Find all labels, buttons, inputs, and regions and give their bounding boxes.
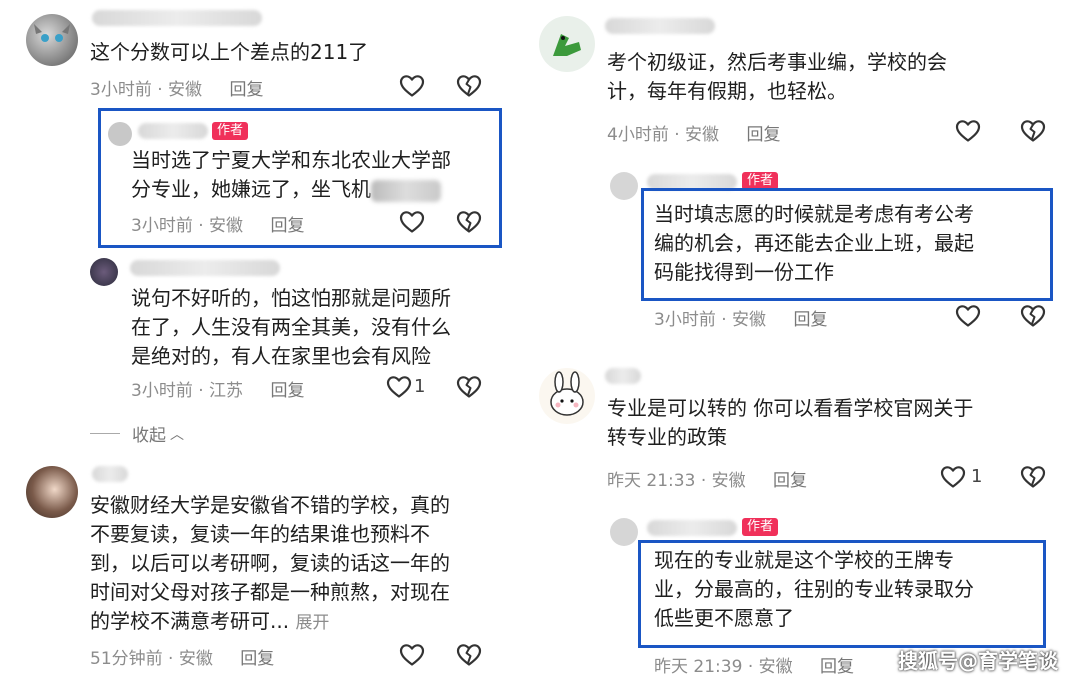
comment-meta: 昨天 21:33 · 安徽 回复 <box>607 471 808 491</box>
chevron-up-icon: ︿ <box>170 426 184 443</box>
comment-location: 安徽 <box>685 125 720 145</box>
comment-meta: 4小时前 · 安徽 回复 <box>607 125 781 145</box>
reply-text: 现在的专业就是这个学校的王牌专 业，分最高的，往别的专业转录取分 低些更不愿意了 <box>654 548 974 630</box>
like-heart-icon[interactable] <box>955 119 981 143</box>
reply-text: 当时填志愿的时候就是考虑有考公考 编的机会，再还能去企业上班，最起 码能找得到一… <box>654 202 974 284</box>
right-comment-column: 考个初级证，然后考事业编，学校的会 计，每年有假期，也轻松。 4小时前 · 安徽… <box>525 0 1080 686</box>
username-blurred[interactable] <box>605 18 715 34</box>
comment-time: 3小时前 <box>131 381 193 401</box>
reply-button[interactable]: 回复 <box>820 657 854 677</box>
reply-button[interactable]: 回复 <box>746 125 780 145</box>
comment-meta: 3小时前 · 安徽 回复 <box>654 310 828 330</box>
like-heart-icon[interactable] <box>940 465 966 489</box>
avatar[interactable] <box>539 16 595 72</box>
dislike-broken-heart-icon[interactable] <box>1020 465 1046 489</box>
reply-button[interactable]: 回复 <box>270 381 304 401</box>
username-blurred[interactable] <box>605 368 641 384</box>
dislike-broken-heart-icon[interactable] <box>1020 304 1046 328</box>
cat-avatar-icon <box>34 24 70 42</box>
avatar[interactable] <box>108 122 132 146</box>
comment-time: 昨天 21:39 <box>654 657 743 677</box>
reply-button[interactable]: 回复 <box>793 310 827 330</box>
avatar[interactable] <box>26 466 78 518</box>
comment-time: 4小时前 <box>607 125 669 145</box>
author-badge: 作者 <box>742 518 779 536</box>
comment-time: 3小时前 <box>131 216 193 236</box>
author-badge: 作者 <box>212 122 249 140</box>
username-blurred[interactable] <box>92 466 128 482</box>
left-comment-column: 这个分数可以上个差点的211了 3小时前 · 安徽 回复 作者 当时选了宁夏大学… <box>0 0 515 686</box>
avatar[interactable] <box>26 14 78 66</box>
reply-button[interactable]: 回复 <box>773 471 807 491</box>
avatar[interactable] <box>610 172 638 200</box>
reply-button[interactable]: 回复 <box>270 216 304 236</box>
dislike-broken-heart-icon[interactable] <box>456 74 482 98</box>
username-blurred[interactable] <box>92 10 262 26</box>
username-blurred[interactable] <box>130 260 280 276</box>
comment-text: 专业是可以转的 你可以看看学校官网关于 转专业的政策 <box>607 396 974 449</box>
divider <box>90 433 120 434</box>
like-heart-icon[interactable] <box>399 643 425 667</box>
comment-location: 安徽 <box>168 80 203 100</box>
crocodile-avatar-icon <box>553 34 581 56</box>
comment-meta: 3小时前 · 安徽 回复 <box>90 80 264 100</box>
comment-time: 3小时前 <box>90 80 152 100</box>
username-blurred[interactable] <box>647 520 737 536</box>
bunny-avatar-icon <box>550 371 584 416</box>
comment-location: 安徽 <box>178 649 213 669</box>
dislike-broken-heart-icon[interactable] <box>456 375 482 399</box>
like-heart-icon[interactable] <box>399 210 425 234</box>
comment-meta: 51分钟前 · 安徽 回复 <box>90 649 275 669</box>
column-divider <box>518 0 524 686</box>
like-heart-icon[interactable] <box>386 375 412 399</box>
comment-location: 安徽 <box>209 216 244 236</box>
comment-meta: 3小时前 · 江苏 回复 <box>131 381 305 401</box>
comment-meta: 3小时前 · 安徽 回复 <box>131 216 305 236</box>
comment-text: 安徽财经大学是安徽省不错的学校，真的 不要复读，复读一年的结果谁也预料不 到，以… <box>90 493 450 633</box>
expand-link[interactable]: 展开 <box>295 613 329 633</box>
watermark: 搜狐号@育学笔谈 <box>898 649 1058 673</box>
like-count: 1 <box>971 466 983 487</box>
avatar[interactable] <box>610 518 638 546</box>
blurred-text <box>371 179 441 202</box>
comment-time: 昨天 21:33 <box>607 471 696 491</box>
dislike-broken-heart-icon[interactable] <box>456 210 482 234</box>
username-blurred[interactable] <box>138 123 208 139</box>
like-heart-icon[interactable] <box>399 74 425 98</box>
comment-meta: 昨天 21:39 · 安徽 回复 <box>654 657 855 677</box>
comment-location: 安徽 <box>711 471 746 491</box>
avatar[interactable] <box>90 258 118 286</box>
reply-button[interactable]: 回复 <box>240 649 274 669</box>
like-heart-icon[interactable] <box>955 304 981 328</box>
comment-time: 3小时前 <box>654 310 716 330</box>
comment-time: 51分钟前 <box>90 649 163 669</box>
reply-button[interactable]: 回复 <box>229 80 263 100</box>
comment-location: 安徽 <box>758 657 793 677</box>
comment-location: 江苏 <box>209 381 244 401</box>
comment-text: 这个分数可以上个差点的211了 <box>90 40 369 64</box>
comment-text: 考个初级证，然后考事业编，学校的会 计，每年有假期，也轻松。 <box>607 50 947 103</box>
comment-location: 安徽 <box>732 310 767 330</box>
like-count: 1 <box>414 376 426 397</box>
avatar[interactable] <box>539 368 595 424</box>
collapse-replies-button[interactable]: 收起 ︿ <box>90 421 184 446</box>
reply-text: 当时选了宁夏大学和东北农业大学部 分专业，她嫌远了，坐飞机 <box>131 148 451 202</box>
dislike-broken-heart-icon[interactable] <box>1020 119 1046 143</box>
reply-text: 说句不好听的，怕这怕那就是问题所 在了，人生没有两全其美，没有什么 是绝对的，有… <box>131 286 451 368</box>
dislike-broken-heart-icon[interactable] <box>456 643 482 667</box>
